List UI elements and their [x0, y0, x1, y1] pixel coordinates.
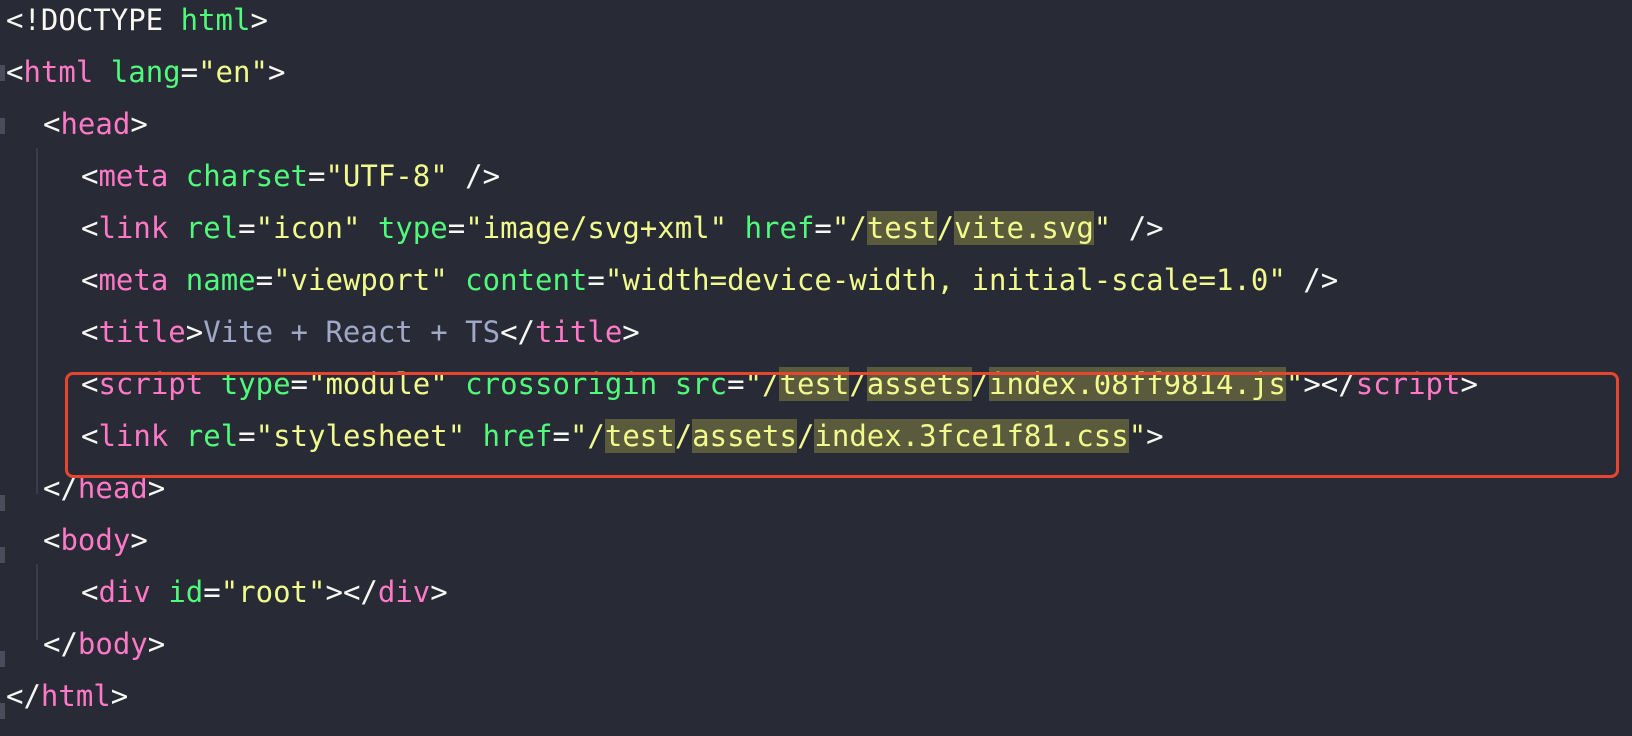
code-token: > — [130, 523, 148, 557]
indent-guide — [36, 564, 38, 640]
code-token: "image/svg+xml" — [465, 211, 728, 245]
code-token: /> — [1285, 263, 1339, 297]
code-token: rel — [185, 211, 239, 245]
code-token: "width=device-width, initial-scale=1.0" — [604, 263, 1286, 297]
code-token: /> — [1111, 211, 1164, 245]
code-token: </ — [43, 627, 78, 661]
code-token: "root" — [220, 575, 326, 609]
code-token: = — [308, 159, 326, 193]
code-token: < — [6, 55, 24, 89]
code-token: "/ — [831, 211, 867, 245]
code-token: > — [250, 3, 268, 37]
code-token: title — [98, 315, 186, 349]
code-token: ></ — [325, 575, 378, 609]
code-token: vite.svg — [954, 211, 1094, 245]
code-token: > — [147, 627, 166, 661]
code-token: > — [110, 679, 129, 713]
code-token: "en" — [198, 55, 268, 89]
code-token: < — [43, 107, 61, 141]
code-token: = — [587, 263, 605, 297]
code-line-11[interactable]: <body> — [43, 514, 148, 566]
code-token: content — [465, 263, 588, 297]
code-token: type — [377, 211, 448, 245]
code-token: body — [77, 627, 148, 661]
code-token: head — [60, 107, 131, 141]
code-token: > — [185, 315, 204, 349]
fold-marker-icon[interactable] — [0, 65, 5, 81]
code-line-4[interactable]: <meta charset="UTF-8" /> — [81, 150, 500, 202]
code-token: > — [130, 107, 148, 141]
code-token: id — [168, 575, 204, 609]
code-token: > — [430, 575, 448, 609]
code-token: > — [267, 55, 286, 89]
code-token: < — [81, 575, 99, 609]
code-token: div — [98, 575, 151, 609]
code-token: "UTF-8" — [325, 159, 448, 193]
code-line-1[interactable]: <!DOCTYPE html> — [6, 0, 268, 46]
code-token: / — [936, 211, 955, 245]
fold-marker-icon[interactable] — [0, 118, 5, 134]
code-line-13[interactable]: </body> — [43, 618, 165, 670]
code-token: = — [180, 55, 199, 89]
code-line-12[interactable]: <div id="root"></div> — [81, 566, 448, 618]
code-token: < — [81, 263, 99, 297]
code-token: name — [185, 263, 256, 297]
code-token: body — [60, 523, 131, 557]
code-token: html — [40, 679, 111, 713]
annotation-highlight-box — [65, 372, 1619, 478]
code-token: < — [81, 159, 99, 193]
code-token: Vite + React + TS — [203, 315, 501, 349]
code-token: " — [1093, 211, 1112, 245]
fold-marker-icon[interactable] — [0, 703, 5, 719]
code-token: meta — [98, 159, 169, 193]
code-token: /> — [447, 159, 501, 193]
code-line-5[interactable]: <link rel="icon" type="image/svg+xml" hr… — [81, 202, 1164, 254]
code-token: div — [377, 575, 431, 609]
code-token: link — [98, 211, 169, 245]
code-token: <!DOCTYPE — [6, 3, 181, 37]
code-line-2[interactable]: <html lang="en"> — [6, 46, 285, 98]
code-token: > — [622, 315, 640, 349]
code-token: = — [814, 211, 832, 245]
fold-marker-icon[interactable] — [0, 547, 5, 563]
indent-guide — [36, 148, 38, 494]
code-token: = — [238, 211, 256, 245]
code-line-14[interactable]: </html> — [6, 670, 128, 722]
code-token: < — [81, 315, 99, 349]
code-token: </ — [500, 315, 535, 349]
code-line-6[interactable]: <meta name="viewport" content="width=dev… — [81, 254, 1338, 306]
code-token: "viewport" — [273, 263, 448, 297]
code-token: </ — [6, 679, 41, 713]
code-token: "icon" — [255, 211, 361, 245]
code-editor[interactable]: <!DOCTYPE html> <html lang="en"> <head> … — [0, 0, 1632, 736]
code-token: test — [866, 211, 937, 245]
code-token: = — [255, 263, 274, 297]
code-token: html — [180, 3, 251, 37]
code-token: = — [203, 575, 221, 609]
code-token: lang — [110, 55, 181, 89]
code-token: < — [43, 523, 61, 557]
fold-marker-icon[interactable] — [0, 495, 5, 511]
code-token: href — [744, 211, 815, 245]
code-token: title — [534, 315, 623, 349]
code-token: meta — [98, 263, 169, 297]
code-token: < — [81, 211, 99, 245]
fold-marker-icon[interactable] — [0, 651, 5, 667]
code-token: html — [23, 55, 94, 89]
code-token: = — [447, 211, 466, 245]
code-token: charset — [185, 159, 308, 193]
code-line-3[interactable]: <head> — [43, 98, 148, 150]
code-line-7[interactable]: <title>Vite + React + TS</title> — [81, 306, 640, 358]
